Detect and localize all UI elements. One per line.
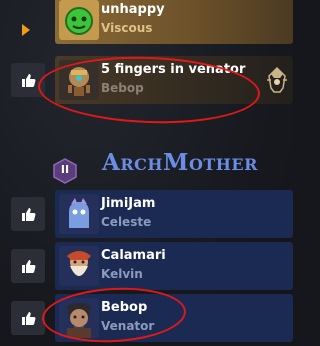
endorse-button[interactable] <box>11 197 45 231</box>
player-row-unhappy[interactable]: unhappy Viscous <box>55 0 293 44</box>
hero-name: Viscous <box>101 21 153 35</box>
rank-title: ArchMother <box>102 149 258 176</box>
hero-name: Kelvin <box>101 267 143 281</box>
ghost-avatar-icon <box>59 194 99 234</box>
rank-numeral: II <box>60 163 70 176</box>
endorse-button[interactable] <box>11 301 45 335</box>
rank-badge-icon: II <box>53 158 77 184</box>
player-name: unhappy <box>101 2 165 17</box>
slime-avatar-icon <box>59 0 99 40</box>
player-row-jimijam[interactable]: JimiJam Celeste <box>55 190 293 238</box>
expand-arrow-icon[interactable] <box>22 24 30 36</box>
thumbs-up-icon <box>22 260 36 273</box>
player-name: JimiJam <box>101 196 156 211</box>
thumbs-up-icon <box>22 74 36 87</box>
thumbs-up-icon <box>22 312 36 325</box>
player-row-calamari[interactable]: Calamari Kelvin <box>55 242 293 290</box>
pharaoh-skull-icon <box>265 66 289 94</box>
bearded-avatar-icon <box>59 246 99 286</box>
endorse-button[interactable] <box>11 249 45 283</box>
thumbs-up-icon <box>22 208 36 221</box>
player-name: Calamari <box>101 248 166 263</box>
hero-name: Celeste <box>101 215 152 229</box>
